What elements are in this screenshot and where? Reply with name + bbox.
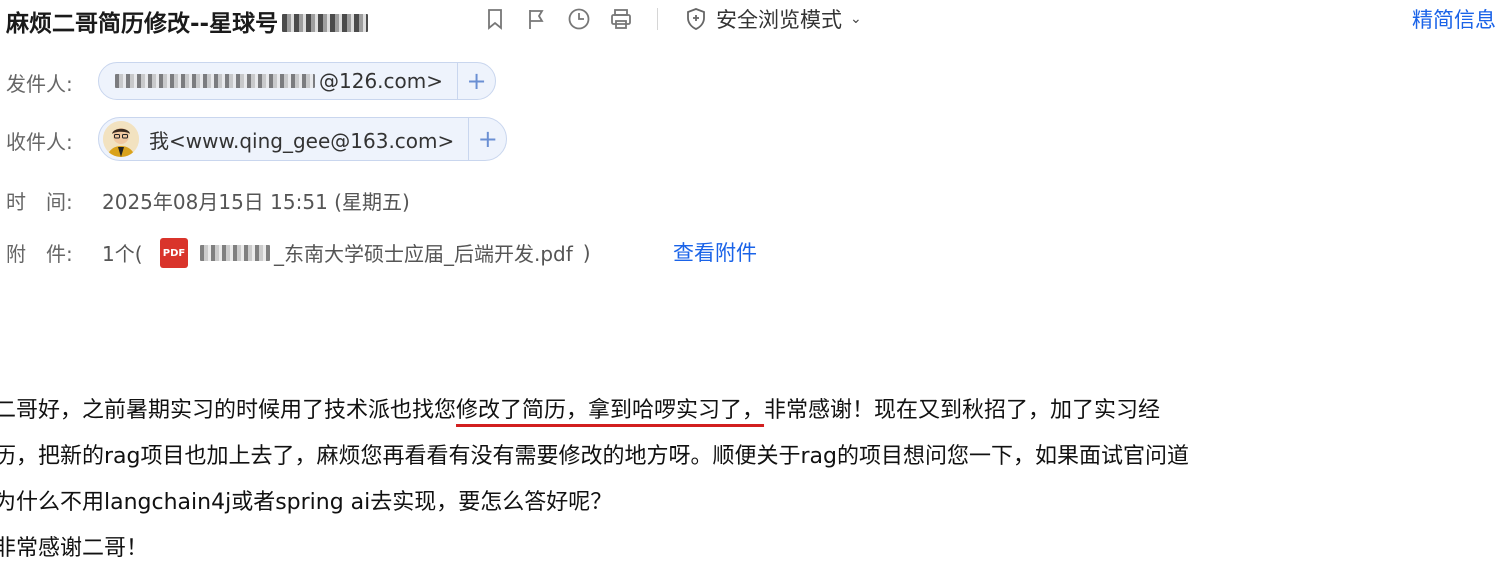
body-line-3: 为什么不用langchain4j或者spring ai去实现，要怎么答好呢？ — [0, 490, 613, 515]
sender-email-domain: @126.com> — [319, 69, 444, 93]
sender-label: 发件人: — [6, 72, 73, 96]
recipient-email: 我<www.qing_gee@163.com> — [149, 128, 455, 153]
shield-icon — [687, 8, 705, 30]
attachment-label: 附 件: — [6, 242, 73, 266]
mail-view: 麻烦二哥简历修改--星球号 安全浏览模式 ⌄ 精简信息 发件人: @126.co… — [0, 0, 1500, 580]
mail-subject: 麻烦二哥简历修改--星球号 — [6, 4, 369, 38]
bookmark-icon[interactable] — [482, 6, 508, 32]
attachment-close-paren: ) — [582, 240, 591, 265]
recipient-chip: 我<www.qing_gee@163.com> + — [98, 117, 508, 161]
recipient-address[interactable]: 我<www.qing_gee@163.com> — [99, 118, 468, 160]
redacted-planet-number — [282, 13, 369, 32]
body-line-1-end: 非常感谢！现在又到秋招了，加了实习经 — [764, 398, 1161, 423]
view-attachment-link[interactable]: 查看附件 — [673, 237, 757, 267]
chevron-down-icon: ⌄ — [850, 11, 862, 27]
print-icon[interactable] — [608, 6, 634, 32]
sent-time: 2025年08月15日 15:51 (星期五) — [102, 190, 410, 214]
attachment-file[interactable]: _东南大学硕士应届_后端开发.pdf ) — [200, 238, 591, 267]
subject-bar: 麻烦二哥简历修改--星球号 安全浏览模式 ⌄ 精简信息 — [0, 0, 1500, 40]
redacted-applicant-name — [200, 244, 270, 261]
redacted-sender-name — [115, 74, 315, 88]
flag-icon[interactable] — [524, 6, 550, 32]
body-line-2: 历，把新的rag项目也加上去了，麻烦您再看看有没有需要修改的地方呀。顺便关于ra… — [0, 444, 1189, 469]
highlighted-text: 修改了简历，拿到哈啰实习了， — [456, 398, 765, 423]
recipient-label: 收件人: — [6, 130, 73, 154]
toolbar-divider — [657, 8, 658, 30]
attachment-filename: _东南大学硕士应届_后端开发.pdf — [274, 242, 573, 266]
add-sender-contact-button[interactable]: + — [457, 63, 495, 99]
add-recipient-contact-button[interactable]: + — [468, 118, 506, 160]
avatar — [103, 121, 139, 157]
body-line-4: 非常感谢二哥！ — [0, 536, 149, 561]
pdf-file-icon: PDF — [160, 238, 188, 268]
mail-body: 二哥好，之前暑期实习的时候用了技术派也找您修改了简历，拿到哈啰实习了，非常感谢！… — [0, 388, 1500, 572]
time-label: 时 间: — [6, 190, 73, 214]
clock-icon[interactable] — [566, 6, 592, 32]
subject-text: 麻烦二哥简历修改--星球号 — [6, 11, 279, 37]
sender-chip: @126.com> + — [98, 62, 497, 100]
attachment-count: 1个( — [102, 242, 143, 266]
sender-address[interactable]: @126.com> — [99, 63, 457, 99]
body-line-1-start: 二哥好，之前暑期实习的时候用了技术派也找您 — [0, 398, 457, 423]
safe-mode-dropdown[interactable]: 安全浏览模式 ⌄ — [684, 4, 862, 34]
body-line-1: 二哥好，之前暑期实习的时候用了技术派也找您修改了简历，拿到哈啰实习了，非常感谢！… — [0, 388, 1500, 434]
simple-info-link[interactable]: 精简信息 — [1412, 4, 1496, 34]
safe-mode-label: 安全浏览模式 — [716, 8, 842, 32]
